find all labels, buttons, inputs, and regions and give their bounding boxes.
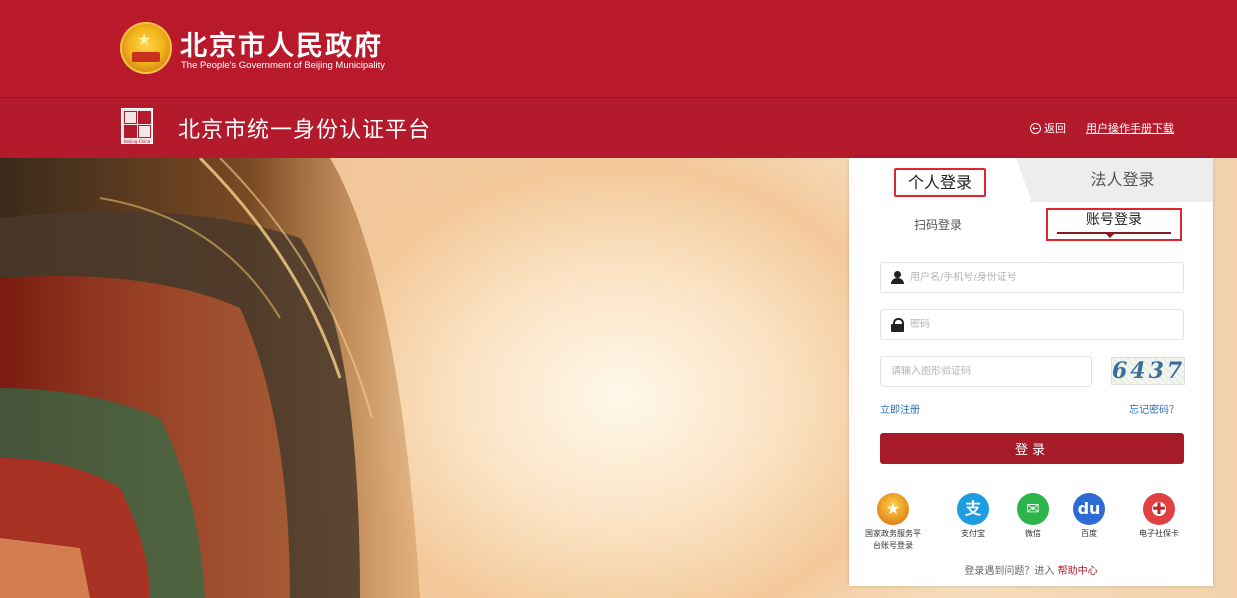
captcha-image[interactable]: 6437 — [1111, 357, 1185, 385]
help-center-link[interactable]: 帮助中心 — [1058, 566, 1098, 577]
help-line: 登录遇到问题？进入 帮助中心 — [849, 562, 1213, 577]
social-security-card-icon: ✚ — [1143, 493, 1175, 525]
tab-personal-login-label: 个人登录 — [894, 168, 986, 197]
social-login-label: 电子社保卡 — [1139, 529, 1179, 538]
platform-logo-icon: Beijing·China — [121, 108, 153, 144]
social-login-label: 支付宝 — [961, 529, 985, 538]
lock-icon — [891, 317, 905, 332]
back-link[interactable]: ← 返回 — [1030, 120, 1066, 136]
register-link[interactable]: 立即注册 — [880, 401, 920, 416]
social-security-card-login-button[interactable]: ✚ 电子社保卡 — [1129, 493, 1189, 540]
alipay-login-button[interactable]: 支 支付宝 — [943, 493, 1003, 540]
username-input[interactable] — [910, 272, 1150, 283]
wechat-icon: ✉ — [1017, 493, 1049, 525]
help-prefix: 登录遇到问题？进入 — [964, 566, 1055, 577]
baidu-icon: du — [1073, 493, 1105, 525]
wechat-login-button[interactable]: ✉ 微信 — [1003, 493, 1063, 540]
baidu-login-button[interactable]: du 百度 — [1059, 493, 1119, 540]
government-header: ★ 北京市人民政府 The People's Government of Bei… — [0, 0, 1237, 98]
social-login-label: 国家政务服务平台账号登录 — [865, 529, 921, 550]
government-subtitle: The People's Government of Beijing Munic… — [181, 60, 386, 71]
alipay-icon: 支 — [957, 493, 989, 525]
tab-account-login-label: 账号登录 — [1086, 212, 1142, 228]
login-button[interactable]: 登录 — [880, 433, 1184, 464]
user-manual-download-link[interactable]: 用户操作手册下载 — [1086, 120, 1174, 136]
national-gov-login-button[interactable]: ★ 国家政务服务平台账号登录 — [863, 493, 923, 552]
captcha-field — [880, 356, 1092, 387]
platform-logo-caption: Beijing·China — [123, 139, 151, 144]
national-gov-emblem-icon: ★ — [877, 493, 909, 525]
tab-personal-login[interactable]: 个人登录 — [849, 158, 1031, 202]
login-type-tabs: 个人登录 法人登录 — [849, 158, 1213, 202]
tab-scan-qr-login[interactable]: 扫码登录 — [914, 216, 962, 233]
login-panel: 个人登录 法人登录 扫码登录 账号登录 6437 立即注册 忘记密码？ 登录 ★… — [849, 158, 1213, 586]
social-login-label: 微信 — [1025, 529, 1041, 538]
back-label: 返回 — [1044, 122, 1066, 135]
platform-title: 北京市统一身份认证平台 — [178, 118, 432, 143]
captcha-input[interactable] — [891, 366, 1081, 377]
tab-legal-entity-login[interactable]: 法人登录 — [1016, 158, 1213, 202]
login-method-tabs: 扫码登录 账号登录 — [849, 204, 1213, 244]
forgot-password-link[interactable]: 忘记密码？ — [1129, 401, 1179, 416]
username-field — [880, 262, 1184, 293]
back-arrow-icon: ← — [1030, 122, 1041, 134]
national-emblem-icon: ★ — [120, 22, 172, 74]
social-login-label: 百度 — [1081, 529, 1097, 538]
active-tab-caret-icon — [1106, 234, 1114, 238]
platform-bar: Beijing·China 北京市统一身份认证平台 ← 返回 用户操作手册下载 — [0, 98, 1237, 158]
password-input[interactable] — [910, 319, 1150, 330]
user-icon — [891, 270, 905, 285]
tab-account-login[interactable]: 账号登录 — [1046, 208, 1182, 241]
government-title: 北京市人民政府 — [180, 31, 383, 62]
password-field — [880, 309, 1184, 340]
active-tab-underline — [1057, 232, 1171, 234]
